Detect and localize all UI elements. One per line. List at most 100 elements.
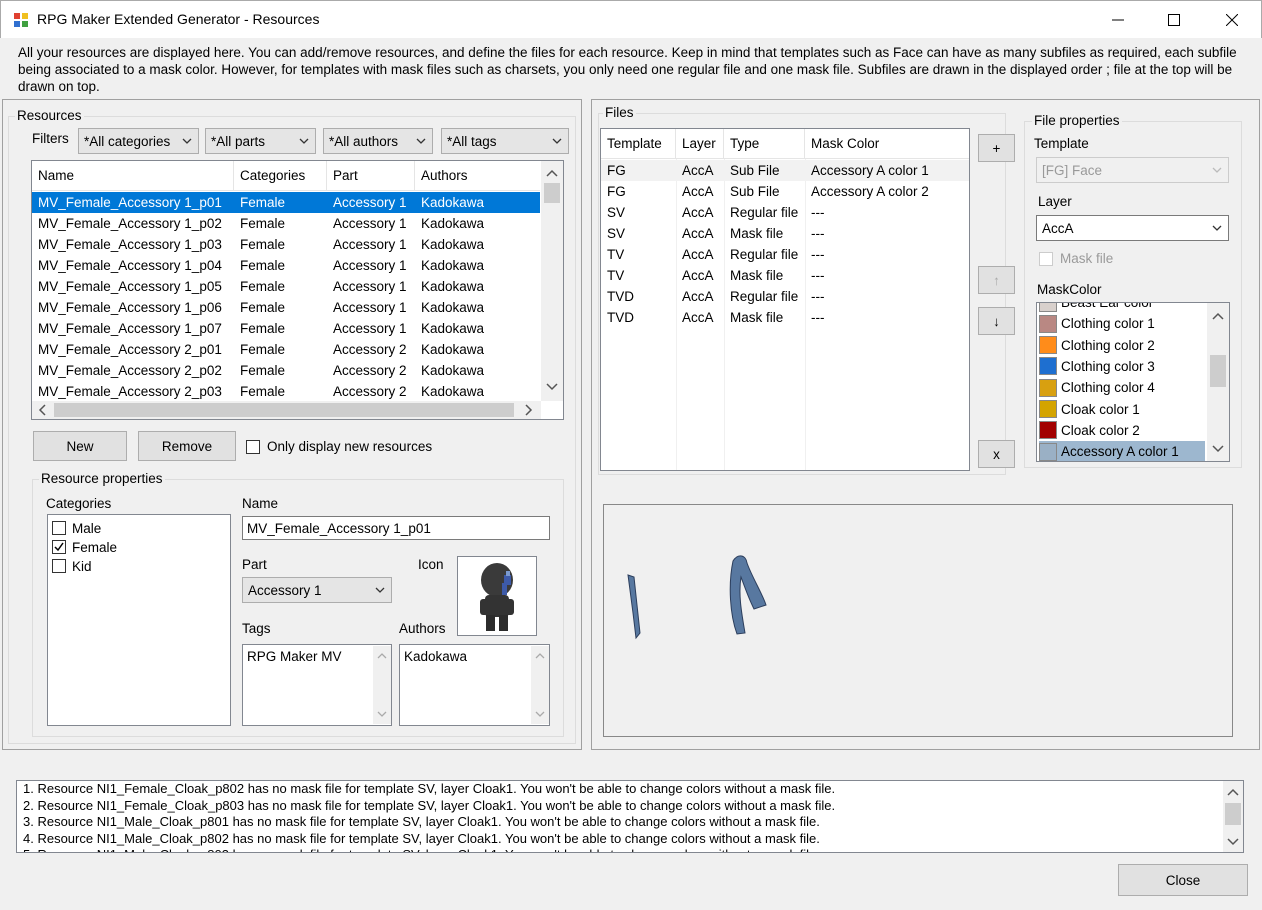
mask-color-item[interactable]: Clothing color 1: [1039, 313, 1205, 334]
category-item-male[interactable]: Male: [52, 519, 101, 537]
category-item-female[interactable]: Female: [52, 538, 117, 556]
row-template: SV: [607, 226, 626, 241]
filter-categories-combo[interactable]: *All categories: [78, 128, 199, 154]
resource-row[interactable]: MV_Female_Accessory 1_p01 Female Accessory…: [32, 192, 540, 213]
scroll-up-icon[interactable]: [377, 652, 387, 660]
icon-preview[interactable]: [457, 556, 537, 636]
scroll-right-icon[interactable]: [524, 404, 534, 416]
move-down-button[interactable]: ↓: [978, 307, 1015, 335]
filter-tags-combo[interactable]: *All tags: [441, 128, 569, 154]
scroll-up-icon[interactable]: [1227, 787, 1239, 797]
mask-color-item[interactable]: Cloak color 2: [1039, 420, 1205, 441]
resource-row[interactable]: MV_Female_Accessory 2_p01 Female Accessory…: [32, 339, 540, 360]
category-male-checkbox[interactable]: [52, 521, 66, 535]
close-button[interactable]: Close: [1118, 864, 1248, 896]
resource-row[interactable]: MV_Female_Accessory 1_p02 Female Accessory…: [32, 213, 540, 234]
scroll-down-icon[interactable]: [535, 710, 545, 718]
mask-color-item[interactable]: Clothing color 4: [1039, 377, 1205, 398]
column-header-authors[interactable]: Authors: [415, 161, 540, 191]
scroll-up-icon[interactable]: [1212, 311, 1224, 321]
column-header-part[interactable]: Part: [327, 161, 415, 191]
part-combo[interactable]: Accessory 1: [242, 577, 392, 603]
mask-color-item[interactable]: Cloak color 1: [1039, 399, 1205, 420]
filter-parts-combo[interactable]: *All parts: [205, 128, 316, 154]
column-header-layer[interactable]: Layer: [676, 129, 724, 159]
authors-scrollbar[interactable]: [531, 646, 549, 724]
part-label: Part: [242, 557, 267, 572]
resource-row[interactable]: MV_Female_Accessory 1_p06 Female Accessory…: [32, 297, 540, 318]
close-window-button[interactable]: [1203, 1, 1261, 39]
file-row[interactable]: TVD AccA Mask file ---: [601, 307, 969, 328]
resource-row[interactable]: MV_Female_Accessory 1_p03 Female Accessory…: [32, 234, 540, 255]
scroll-left-icon[interactable]: [37, 404, 47, 416]
resource-row[interactable]: MV_Female_Accessory 1_p04 Female Accessory…: [32, 255, 540, 276]
minimize-button[interactable]: [1089, 1, 1147, 39]
scroll-thumb[interactable]: [544, 183, 560, 203]
scroll-down-icon[interactable]: [1212, 444, 1224, 454]
mask-color-item[interactable]: Beast Ear color: [1039, 303, 1205, 313]
resource-row[interactable]: MV_Female_Accessory 2_p02 Female Accessory…: [32, 360, 540, 381]
mask-file-checkbox[interactable]: [1039, 252, 1053, 266]
scroll-down-icon[interactable]: [1227, 837, 1239, 847]
resources-list[interactable]: Name Categories Part Authors MV_Female_A…: [31, 160, 564, 420]
new-button[interactable]: New: [33, 431, 127, 461]
scroll-up-icon[interactable]: [546, 168, 558, 178]
category-kid-checkbox[interactable]: [52, 559, 66, 573]
mask-color-item[interactable]: Clothing color 3: [1039, 356, 1205, 377]
name-input[interactable]: [242, 516, 550, 540]
tags-textarea[interactable]: RPG Maker MV: [242, 644, 392, 726]
only-new-checkbox[interactable]: [246, 440, 260, 454]
log-panel[interactable]: 1. Resource NI1_Female_Cloak_p802 has no…: [16, 780, 1244, 853]
log-scrollbar[interactable]: [1223, 781, 1243, 852]
file-row[interactable]: SV AccA Mask file ---: [601, 223, 969, 244]
maximize-button[interactable]: [1145, 1, 1203, 39]
resources-vscrollbar[interactable]: [541, 161, 563, 401]
resource-row[interactable]: MV_Female_Accessory 1_p07 Female Accessory…: [32, 318, 540, 339]
mask-color-scrollbar[interactable]: [1207, 303, 1229, 461]
column-header-name[interactable]: Name: [32, 161, 234, 191]
file-row[interactable]: FG AccA Sub File Accessory A color 2: [601, 181, 969, 202]
column-header-type[interactable]: Type: [724, 129, 805, 159]
file-row[interactable]: TV AccA Mask file ---: [601, 265, 969, 286]
file-row[interactable]: TV AccA Regular file ---: [601, 244, 969, 265]
files-list[interactable]: Template Layer Type Mask Color FG AccA Sub…: [600, 128, 970, 471]
resource-row[interactable]: MV_Female_Accessory 2_p03 Female Accessory…: [32, 381, 540, 402]
file-row[interactable]: SV AccA Regular file ---: [601, 202, 969, 223]
hscroll-thumb[interactable]: [54, 403, 514, 417]
column-header-template[interactable]: Template: [601, 129, 676, 159]
layer-combo[interactable]: AccA: [1036, 215, 1229, 241]
row-layer: AccA: [682, 289, 714, 304]
resource-row[interactable]: MV_Female_Accessory 1_p05 Female Accessory…: [32, 276, 540, 297]
row-type: Sub File: [730, 163, 780, 178]
filter-authors-combo[interactable]: *All authors: [323, 128, 433, 154]
scroll-down-icon[interactable]: [377, 710, 387, 718]
add-file-button[interactable]: +: [978, 134, 1015, 162]
column-header-categories[interactable]: Categories: [234, 161, 327, 191]
category-item-kid[interactable]: Kid: [52, 557, 92, 575]
mask-color-item[interactable]: Clothing color 2: [1039, 335, 1205, 356]
remove-button[interactable]: Remove: [138, 431, 236, 461]
resources-hscrollbar[interactable]: [32, 401, 541, 419]
authors-textarea[interactable]: Kadokawa: [399, 644, 550, 726]
mask-color-list[interactable]: Beast Ear color Clothing color 1 Clothing …: [1036, 302, 1230, 462]
mask-color-item[interactable]: Accessory A color 1: [1039, 441, 1205, 461]
tags-scrollbar[interactable]: [373, 646, 391, 724]
row-category: Female: [240, 237, 286, 252]
file-properties-label: File properties: [1032, 113, 1122, 128]
file-row[interactable]: FG AccA Sub File Accessory A color 1: [601, 160, 969, 181]
category-female-checkbox[interactable]: [52, 540, 66, 554]
file-row[interactable]: TVD AccA Regular file ---: [601, 286, 969, 307]
icon-label: Icon: [418, 557, 444, 572]
scroll-up-icon[interactable]: [535, 652, 545, 660]
mask-color-label: Clothing color 3: [1061, 358, 1155, 374]
row-type: Regular file: [730, 205, 799, 220]
scroll-thumb[interactable]: [1225, 803, 1241, 825]
scroll-down-icon[interactable]: [546, 382, 558, 392]
column-header-mask-color[interactable]: Mask Color: [805, 129, 969, 159]
row-category: Female: [240, 279, 286, 294]
delete-file-button[interactable]: x: [978, 440, 1015, 468]
move-up-button[interactable]: ↑: [978, 266, 1015, 294]
template-combo[interactable]: [FG] Face: [1036, 157, 1229, 183]
scroll-thumb[interactable]: [1210, 355, 1226, 387]
categories-checklist[interactable]: Male Female Kid: [47, 514, 231, 726]
